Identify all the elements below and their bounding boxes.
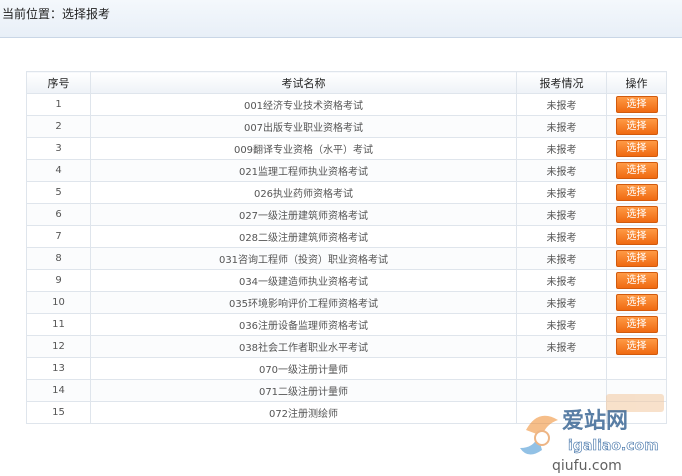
row-number: 3 (26, 137, 91, 160)
action-cell: 选择 (606, 137, 667, 160)
row-number: 7 (26, 225, 91, 248)
select-exam-button[interactable]: 选择 (615, 272, 658, 289)
header-action: 操作 (606, 71, 667, 94)
registration-status: 未报考 (516, 203, 607, 226)
exam-name: 070一级注册计量师 (90, 357, 517, 380)
table-row: 11 036注册设备监理师资格考试 未报考 选择 (26, 313, 667, 336)
select-exam-button[interactable]: 选择 (615, 96, 658, 113)
exam-name: 028二级注册建筑师资格考试 (90, 225, 517, 248)
exam-name: 009翻译专业资格（水平）考试 (90, 137, 517, 160)
select-exam-button[interactable]: 选择 (615, 206, 658, 223)
registration-status: 未报考 (516, 137, 607, 160)
row-number: 2 (26, 115, 91, 138)
action-cell: 选择 (606, 269, 667, 292)
content-panel: 序号 考试名称 报考情况 操作 1 001经济专业技术资格考试 未报考 选择 2 007出… (0, 38, 682, 474)
registration-status: 未报考 (516, 247, 607, 270)
watermark-title: 爱站网 (562, 409, 628, 434)
table-row: 1 001经济专业技术资格考试 未报考 选择 (26, 93, 667, 116)
table-row: 10 035环境影响评价工程师资格考试 未报考 选择 (26, 291, 667, 314)
exam-name: 026执业药师资格考试 (90, 181, 517, 204)
watermark-domain-1: igaliao.com (568, 438, 659, 454)
registration-status: 未报考 (516, 313, 607, 336)
registration-status: 未报考 (516, 269, 607, 292)
registration-status: 未报考 (516, 335, 607, 358)
action-cell: 选择 (606, 247, 667, 270)
site-watermark: 爱站网 igaliao.com qiufu.com (520, 394, 664, 474)
action-cell: 选择 (606, 93, 667, 116)
watermark-dot-icon (534, 430, 550, 446)
exam-name: 038社会工作者职业水平考试 (90, 335, 517, 358)
table-row: 7 028二级注册建筑师资格考试 未报考 选择 (26, 225, 667, 248)
action-cell: 选择 (606, 115, 667, 138)
exam-name: 031咨询工程师（投资）职业资格考试 (90, 247, 517, 270)
row-number: 15 (26, 401, 91, 424)
row-number: 5 (26, 181, 91, 204)
action-cell: 选择 (606, 335, 667, 358)
action-cell: 选择 (606, 159, 667, 182)
breadcrumb-bar: 当前位置：选择报考 (0, 0, 682, 38)
select-exam-button[interactable]: 选择 (615, 294, 658, 311)
exam-name: 027一级注册建筑师资格考试 (90, 203, 517, 226)
registration-status: 未报考 (516, 115, 607, 138)
registration-status: 未报考 (516, 159, 607, 182)
row-number: 11 (26, 313, 91, 336)
exam-name: 007出版专业职业资格考试 (90, 115, 517, 138)
row-number: 14 (26, 379, 91, 402)
select-exam-button[interactable]: 选择 (615, 140, 658, 157)
row-number: 10 (26, 291, 91, 314)
table-row: 3 009翻译专业资格（水平）考试 未报考 选择 (26, 137, 667, 160)
select-exam-button[interactable]: 选择 (615, 338, 658, 355)
row-number: 6 (26, 203, 91, 226)
select-exam-button[interactable]: 选择 (615, 228, 658, 245)
header-exam-name: 考试名称 (90, 71, 517, 94)
row-number: 8 (26, 247, 91, 270)
row-number: 1 (26, 93, 91, 116)
table-row: 12 038社会工作者职业水平考试 未报考 选择 (26, 335, 667, 358)
select-exam-button[interactable]: 选择 (615, 250, 658, 267)
exam-table: 序号 考试名称 报考情况 操作 1 001经济专业技术资格考试 未报考 选择 2 007出… (26, 71, 667, 424)
exam-name: 071二级注册计量师 (90, 379, 517, 402)
header-status: 报考情况 (516, 71, 607, 94)
select-exam-button[interactable]: 选择 (615, 118, 658, 135)
registration-status (516, 357, 607, 380)
exam-name: 072注册测绘师 (90, 401, 517, 424)
row-number: 13 (26, 357, 91, 380)
exam-name: 001经济专业技术资格考试 (90, 93, 517, 116)
action-cell: 选择 (606, 313, 667, 336)
registration-status: 未报考 (516, 225, 607, 248)
table-row: 13 070一级注册计量师 (26, 357, 667, 380)
table-row: 4 021监理工程师执业资格考试 未报考 选择 (26, 159, 667, 182)
select-exam-button[interactable]: 选择 (615, 162, 658, 179)
header-no: 序号 (26, 71, 91, 94)
table-row: 5 026执业药师资格考试 未报考 选择 (26, 181, 667, 204)
action-cell: 选择 (606, 225, 667, 248)
table-row: 2 007出版专业职业资格考试 未报考 选择 (26, 115, 667, 138)
table-header-row: 序号 考试名称 报考情况 操作 (26, 71, 667, 94)
registration-status: 未报考 (516, 93, 607, 116)
exam-name: 035环境影响评价工程师资格考试 (90, 291, 517, 314)
table-row: 6 027一级注册建筑师资格考试 未报考 选择 (26, 203, 667, 226)
exam-name: 036注册设备监理师资格考试 (90, 313, 517, 336)
action-cell: 选择 (606, 203, 667, 226)
breadcrumb: 当前位置：选择报考 (2, 7, 111, 21)
action-cell (606, 357, 667, 380)
exam-name: 034一级建造师执业资格考试 (90, 269, 517, 292)
select-exam-button[interactable]: 选择 (615, 184, 658, 201)
table-row: 8 031咨询工程师（投资）职业资格考试 未报考 选择 (26, 247, 667, 270)
row-number: 12 (26, 335, 91, 358)
exam-name: 021监理工程师执业资格考试 (90, 159, 517, 182)
watermark-domain-2: qiufu.com (552, 458, 622, 474)
row-number: 9 (26, 269, 91, 292)
table-row: 9 034一级建造师执业资格考试 未报考 选择 (26, 269, 667, 292)
registration-status: 未报考 (516, 291, 607, 314)
registration-status: 未报考 (516, 181, 607, 204)
action-cell: 选择 (606, 181, 667, 204)
action-cell: 选择 (606, 291, 667, 314)
row-number: 4 (26, 159, 91, 182)
select-exam-button[interactable]: 选择 (615, 316, 658, 333)
